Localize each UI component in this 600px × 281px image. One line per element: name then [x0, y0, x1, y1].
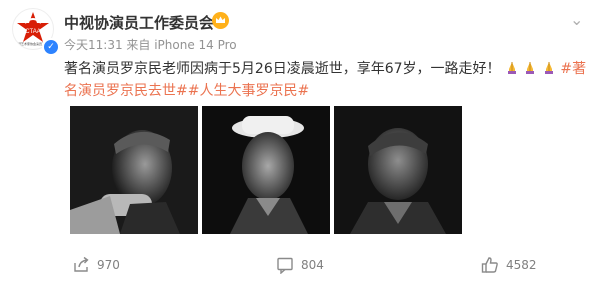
- post-photo[interactable]: [202, 106, 330, 234]
- like-count: 4582: [506, 258, 537, 272]
- comment-count: 804: [301, 258, 324, 272]
- share-icon: [74, 256, 89, 272]
- svg-text:CTAA: CTAA: [25, 29, 41, 35]
- comment-icon: [277, 257, 293, 274]
- chevron-down-icon[interactable]: ⌄: [570, 10, 583, 29]
- post-photo[interactable]: [70, 106, 198, 234]
- post-photo[interactable]: [334, 106, 462, 234]
- thumbs-up-icon: [481, 257, 498, 273]
- share-button[interactable]: 970: [72, 256, 120, 274]
- post-body: 著名演员罗京民老师因病于5月26日凌晨逝世，享年67岁，一路走好！: [64, 61, 501, 77]
- author-name[interactable]: 中视协演员工作委员会: [64, 12, 214, 33]
- post-meta: 今天11:31 来自 iPhone 14 Pro: [64, 38, 237, 52]
- crown-badge-icon[interactable]: [212, 12, 229, 29]
- hashtag-link[interactable]: #人生大事罗京民#: [188, 83, 309, 99]
- share-count: 970: [97, 258, 120, 272]
- pray-emoji-icon: [505, 61, 560, 77]
- post-text: 著名演员罗京民老师因病于5月26日凌晨逝世，享年67岁，一路走好！ #著名演员罗…: [64, 58, 588, 102]
- like-button[interactable]: 4582: [481, 256, 537, 274]
- verified-badge-icon: ✓: [42, 38, 60, 56]
- comment-button[interactable]: 804: [276, 256, 324, 274]
